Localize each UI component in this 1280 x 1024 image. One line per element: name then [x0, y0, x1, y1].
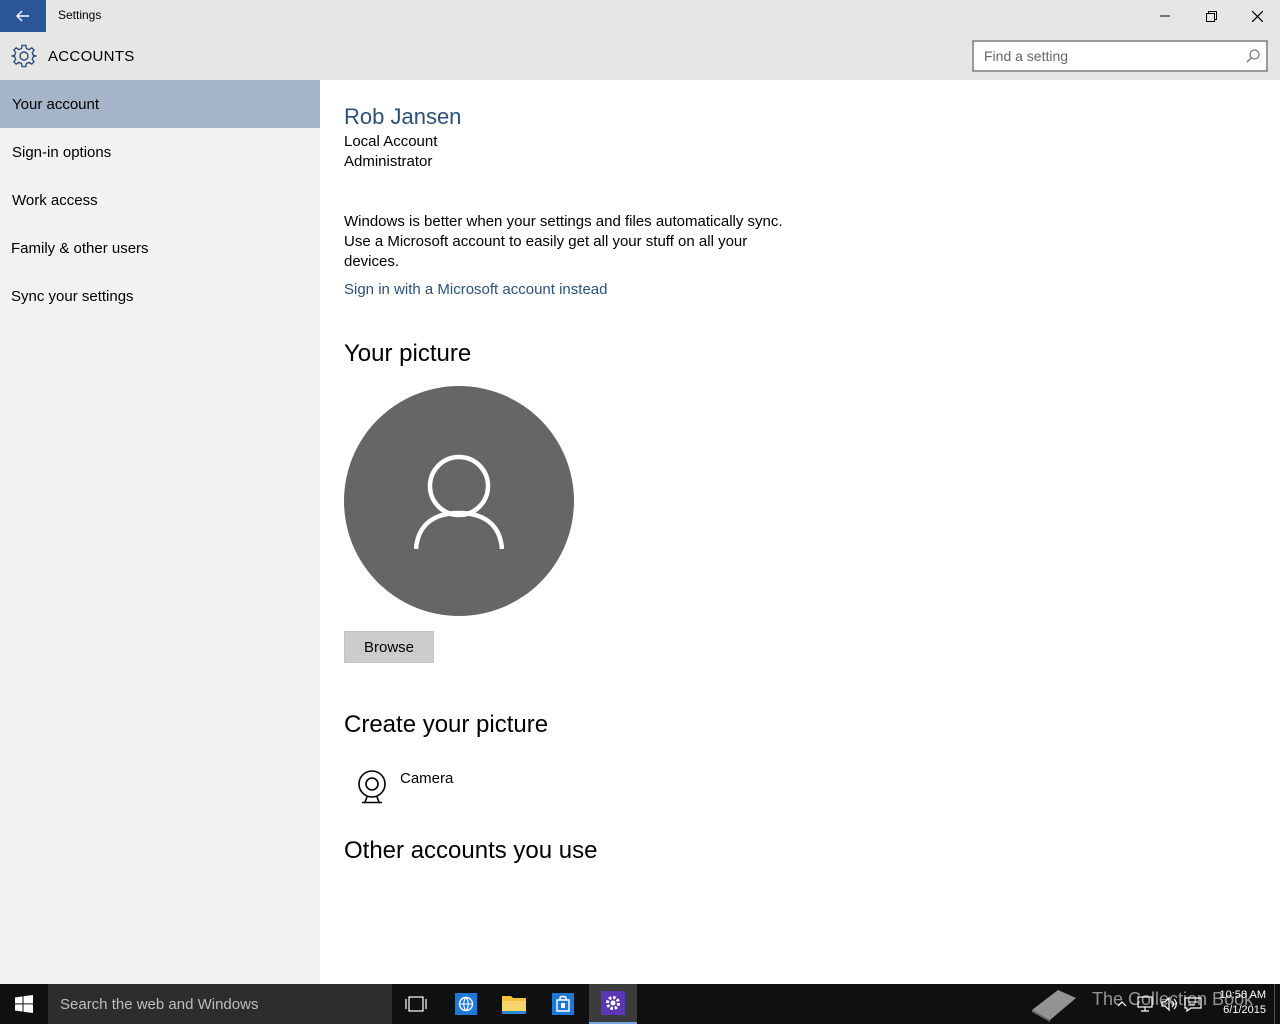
sidebar-item-family-other-users[interactable]: Family & other users [0, 224, 320, 272]
taskbar-clock[interactable]: 10:56 AM 6/1/2015 [1212, 988, 1266, 1018]
sidebar-item-label: Sync your settings [11, 287, 134, 305]
account-name: Rob Jansen [344, 104, 462, 129]
sidebar-item-label: Your account [12, 95, 100, 113]
volume-icon[interactable] [1159, 994, 1179, 1014]
window-title: Settings [58, 8, 102, 22]
browse-button[interactable]: Browse [344, 631, 434, 663]
other-accounts-heading: Other accounts you use [344, 837, 598, 864]
taskbar-browser-button[interactable] [442, 984, 490, 1024]
sidebar-item-your-account[interactable]: Your account [0, 80, 320, 128]
sidebar-item-sync-settings[interactable]: Sync your settings [0, 272, 320, 320]
folder-icon [502, 996, 526, 1014]
back-arrow-icon [16, 10, 29, 22]
minimize-icon [1160, 15, 1170, 17]
task-view-icon [405, 996, 427, 1012]
sidebar-item-label: Work access [12, 191, 98, 209]
clock-time: 10:56 AM [1219, 989, 1266, 1001]
gear-icon [11, 44, 37, 68]
browser-icon [455, 993, 477, 1015]
restore-icon [1205, 10, 1217, 22]
minimize-button[interactable] [1142, 0, 1188, 32]
taskbar: The Collection Book 10:56 AM 6/1/2015 [0, 984, 1280, 1024]
your-picture-heading: Your picture [344, 340, 472, 367]
settings-search-box[interactable] [972, 40, 1268, 72]
taskbar-store-button[interactable] [539, 984, 587, 1024]
sidebar-item-label: Family & other users [11, 239, 149, 257]
section-title: ACCOUNTS [48, 48, 135, 65]
sidebar-item-label: Sign-in options [12, 143, 112, 161]
restore-button[interactable] [1188, 0, 1234, 32]
book-logo-icon [1032, 990, 1076, 1022]
account-role: Administrator [344, 153, 433, 170]
camera-label: Camera [400, 770, 454, 787]
network-icon[interactable] [1135, 994, 1155, 1014]
taskbar-search-box[interactable] [48, 984, 392, 1024]
camera-option[interactable]: Camera [344, 766, 544, 806]
settings-search-input[interactable] [974, 42, 1234, 70]
show-desktop-button[interactable] [1274, 984, 1280, 1024]
close-button[interactable] [1234, 0, 1280, 32]
webcam-icon [358, 770, 386, 804]
microsoft-sign-in-link[interactable]: Sign in with a Microsoft account instead [344, 281, 607, 298]
sync-message: Windows is better when your settings and… [344, 213, 783, 270]
action-center-icon[interactable] [1183, 994, 1203, 1014]
main-content: Rob Jansen Local Account Administrator W… [320, 80, 1280, 984]
taskbar-search-input[interactable] [48, 984, 378, 1024]
search-icon[interactable] [1246, 49, 1260, 63]
store-icon [552, 993, 574, 1015]
user-silhouette-icon [414, 454, 504, 550]
taskbar-file-explorer-button[interactable] [490, 984, 538, 1024]
settings-gear-icon [601, 991, 625, 1015]
task-view-button[interactable] [392, 984, 440, 1024]
avatar [344, 386, 574, 616]
back-button[interactable] [0, 0, 46, 32]
sidebar-item-work-access[interactable]: Work access [0, 176, 320, 224]
close-icon [1251, 10, 1263, 22]
start-button[interactable] [0, 984, 48, 1024]
show-hidden-icons-icon[interactable] [1112, 994, 1132, 1014]
sidebar: Your account Sign-in options Work access… [0, 80, 320, 984]
title-bar: Settings [0, 0, 1280, 32]
account-type: Local Account [344, 133, 438, 150]
create-picture-heading: Create your picture [344, 711, 549, 738]
taskbar-settings-button[interactable] [589, 984, 637, 1024]
windows-logo-icon [15, 995, 33, 1013]
sidebar-item-sign-in-options[interactable]: Sign-in options [0, 128, 320, 176]
settings-header: ACCOUNTS [0, 32, 1280, 80]
clock-date: 6/1/2015 [1223, 1004, 1266, 1016]
